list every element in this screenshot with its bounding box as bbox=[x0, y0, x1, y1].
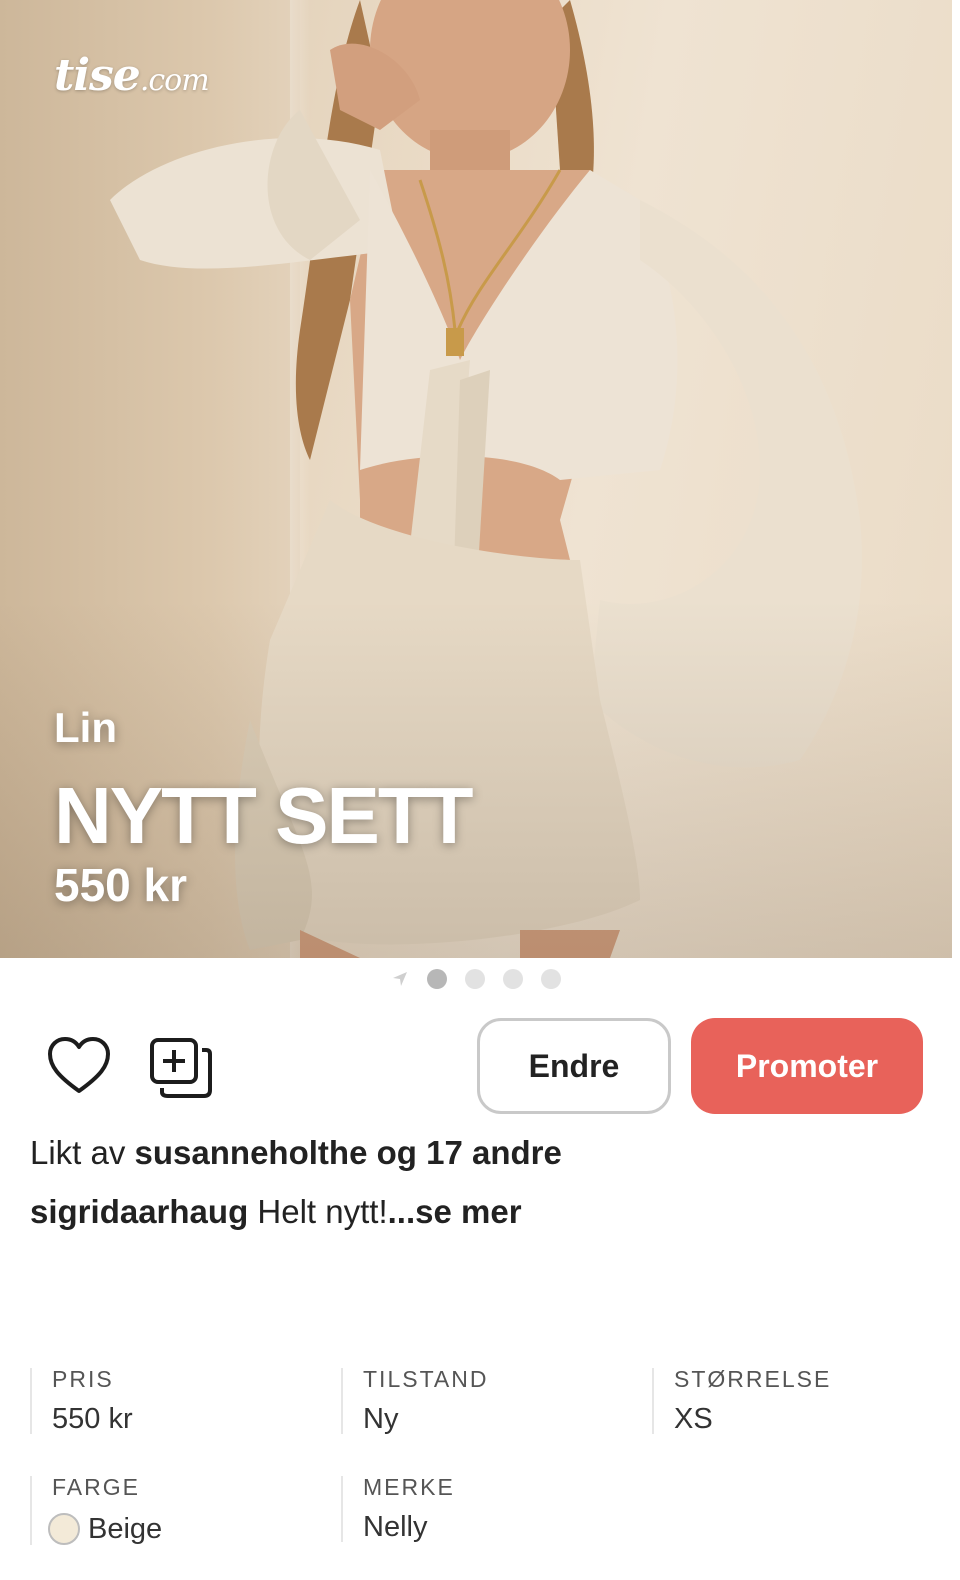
brand-link[interactable]: Nelly bbox=[363, 1513, 455, 1542]
description-text: Helt nytt! bbox=[257, 1193, 388, 1230]
likes-line: Likt av susanneholthe og 17 andre bbox=[30, 1134, 562, 1172]
detail-value: XS bbox=[674, 1403, 713, 1435]
detail-value: Beige bbox=[88, 1512, 163, 1545]
detail-brand: MERKE Nelly bbox=[341, 1476, 455, 1542]
detail-label: MERKE bbox=[363, 1474, 455, 1500]
detail-value-row: Beige bbox=[48, 1512, 163, 1545]
image-overlay-title: NYTT SETT bbox=[54, 771, 474, 860]
description-line: sigridaarhaug Helt nytt!...se mer bbox=[30, 1193, 522, 1231]
likes-others-link[interactable]: 17 andre bbox=[426, 1134, 562, 1171]
liked-by-user-link[interactable]: susanneholthe bbox=[135, 1134, 368, 1171]
detail-label: TILSTAND bbox=[363, 1366, 489, 1392]
detail-condition: TILSTAND Ny bbox=[341, 1368, 488, 1434]
detail-label: STØRRELSE bbox=[674, 1366, 832, 1392]
detail-size: STØRRELSE XS bbox=[652, 1368, 831, 1434]
detail-label: PRIS bbox=[52, 1366, 114, 1392]
seller-username-link[interactable]: sigridaarhaug bbox=[30, 1193, 248, 1230]
detail-price: PRIS 550 kr bbox=[30, 1368, 133, 1434]
add-to-collection-icon[interactable] bbox=[148, 1036, 214, 1100]
pager-dot[interactable] bbox=[465, 969, 485, 989]
color-swatch-icon bbox=[48, 1513, 80, 1545]
edit-button[interactable]: Endre bbox=[477, 1018, 671, 1114]
pager-dot[interactable] bbox=[427, 969, 447, 989]
promote-button[interactable]: Promoter bbox=[691, 1018, 923, 1114]
heart-icon[interactable] bbox=[46, 1036, 112, 1096]
image-pager bbox=[0, 966, 952, 992]
likes-prefix: Likt av bbox=[30, 1134, 126, 1171]
detail-color: FARGE Beige bbox=[30, 1476, 162, 1545]
tise-logo: tise.com bbox=[54, 50, 210, 101]
pager-dot[interactable] bbox=[503, 969, 523, 989]
image-overlay-price: 550 kr bbox=[54, 859, 188, 911]
detail-value: 550 kr bbox=[52, 1403, 133, 1435]
detail-value: Ny bbox=[363, 1403, 399, 1435]
likes-and: og bbox=[376, 1134, 417, 1171]
image-overlay-subtitle: Lin bbox=[54, 704, 117, 751]
see-more-link[interactable]: ...se mer bbox=[388, 1193, 522, 1230]
location-arrow-icon bbox=[393, 972, 407, 986]
product-image[interactable]: tise.com Lin NYTT SETT 550 kr bbox=[0, 0, 952, 958]
detail-label: FARGE bbox=[52, 1474, 140, 1500]
pager-dot[interactable] bbox=[541, 969, 561, 989]
